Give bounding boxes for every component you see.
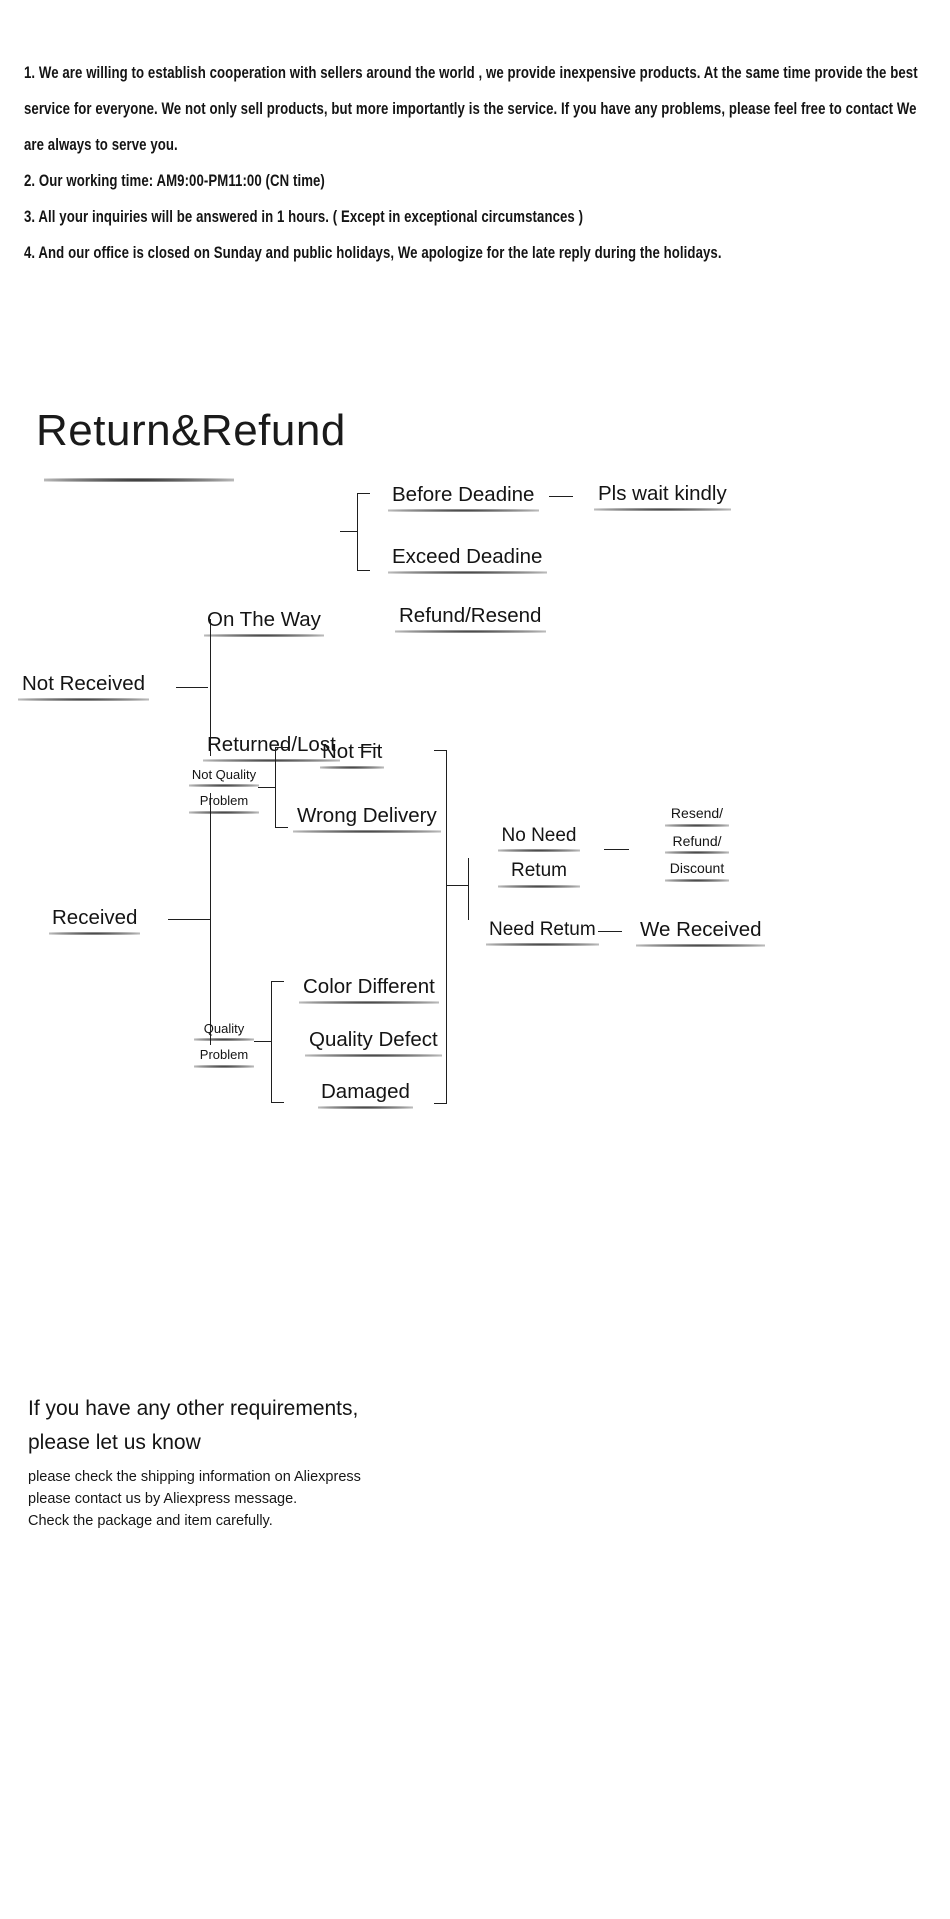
- flow2-no-need-return-line2: Retum: [497, 860, 581, 889]
- flow2-need-return-label: Need Retum: [485, 919, 599, 947]
- flow1-root-connector: [176, 687, 208, 688]
- flow2-not-quality-line2: Problem: [189, 793, 259, 815]
- flow2-we-received-connector: [598, 931, 622, 932]
- policy-line-5: 3. All your inquiries will be answered i…: [24, 208, 584, 226]
- flow1-pls-wait-connector: [549, 496, 573, 497]
- flow1-root-not-received: Not Received: [18, 672, 149, 702]
- page-title-underline: [44, 478, 234, 482]
- flow2-not-fit: Not Fit: [320, 740, 385, 770]
- policy-line-6: 4. And our office is closed on Sunday an…: [24, 244, 722, 262]
- flow2-not-quality-line1: Not Quality: [189, 767, 259, 788]
- policy-line-2: service for everyone. We not only sell p…: [24, 100, 917, 118]
- footer-headline-line-2: please let us know: [28, 1431, 201, 1454]
- flow2-quality-defect: Quality Defect: [305, 1028, 442, 1058]
- flow2-return-split: [468, 858, 469, 920]
- policy-line-4: 2. Our working time: AM9:00-PM11:00 (CN …: [24, 172, 325, 190]
- flow1-deadline-bracket-stem: [340, 531, 358, 532]
- footer-note-3: Check the package and item carefully.: [28, 1513, 273, 1529]
- flow2-no-need-return: No Need Retum: [497, 825, 581, 889]
- footer-notes: please check the shipping information on…: [28, 1466, 361, 1532]
- flow2-quality-line1: Quality: [194, 1021, 254, 1042]
- flow2-damaged-label: Damaged: [318, 1080, 413, 1110]
- flow2-not-fit-label: Not Fit: [320, 740, 385, 770]
- flow2-wrong-delivery: Wrong Delivery: [292, 804, 441, 834]
- flow2-no-need-return-line1: No Need: [497, 825, 581, 853]
- flow2-root-label: Received: [49, 906, 141, 936]
- flow2-nq-bracket: [275, 747, 288, 828]
- flow1-pls-wait-kindly: Pls wait kindly: [594, 482, 731, 512]
- policy-line-3: are always to serve you.: [24, 136, 178, 154]
- flow2-q-bracket: [271, 981, 284, 1103]
- service-policy-block: 1. We are willing to establish cooperati…: [24, 55, 936, 271]
- flow1-root-label: Not Received: [18, 672, 149, 702]
- flow2-root-connector: [168, 919, 210, 920]
- flow1-branch-on-the-way: On The Way: [203, 608, 325, 638]
- flow2-resend-refund-discount: Resend/ Refund/ Discount: [665, 805, 729, 881]
- flow1-refund-resend: Refund/Resend: [394, 604, 547, 634]
- flow2-q-bracket-stem: [254, 1041, 272, 1042]
- flow2-need-return: Need Retum: [485, 919, 599, 947]
- flow2-damaged: Damaged: [318, 1080, 413, 1110]
- flow1-branch-returned-lost: Returned/Lost: [203, 733, 340, 763]
- flow2-we-received: We Received: [636, 918, 765, 948]
- flow2-wrong-delivery-label: Wrong Delivery: [292, 804, 441, 834]
- flow2-rrd-line3: Discount: [665, 860, 729, 881]
- footer-note-1: please check the shipping information on…: [28, 1469, 361, 1485]
- flow2-not-quality-problem: Not Quality Problem: [189, 767, 259, 815]
- flow2-rrd-line1: Resend/: [665, 805, 729, 826]
- flow2-collector-stem: [446, 885, 468, 886]
- flow2-color-different-label: Color Different: [299, 975, 439, 1005]
- flow1-exceed-deadline-label: Exceed Deadine: [387, 545, 548, 575]
- flow1-pls-wait-label: Pls wait kindly: [594, 482, 731, 512]
- footer-headline-line-1: If you have any other requirements,: [28, 1397, 359, 1420]
- flow2-collector-bracket: [434, 750, 447, 1104]
- flow2-nq-bracket-stem: [258, 787, 276, 788]
- flow1-returned-lost-label: Returned/Lost: [203, 733, 340, 763]
- policy-line-1: 1. We are willing to establish cooperati…: [24, 64, 918, 82]
- footer-note-2: please contact us by Aliexpress message.: [28, 1491, 298, 1507]
- flow2-we-received-label: We Received: [636, 918, 765, 948]
- flow2-color-different: Color Different: [299, 975, 439, 1005]
- flow1-exceed-deadline: Exceed Deadine: [387, 545, 548, 575]
- flow2-root-spine: [210, 793, 211, 1045]
- flow2-quality-defect-label: Quality Defect: [305, 1028, 442, 1058]
- page-title: Return&Refund: [36, 406, 346, 455]
- flow2-rrd-line2: Refund/: [665, 833, 729, 854]
- flow2-quality-problem: Quality Problem: [194, 1021, 254, 1069]
- flow1-before-deadline-label: Before Deadine: [387, 483, 540, 513]
- footer-headline: If you have any other requirements, plea…: [28, 1392, 358, 1460]
- flow2-quality-line2: Problem: [194, 1047, 254, 1069]
- flow1-deadline-bracket: [357, 493, 370, 571]
- flow2-root-received: Received: [49, 906, 141, 936]
- flow1-refund-resend-label: Refund/Resend: [394, 604, 547, 634]
- flow1-on-the-way-label: On The Way: [203, 608, 325, 638]
- flow2-resend-connector: [604, 849, 629, 850]
- flow1-before-deadline: Before Deadine: [387, 483, 540, 513]
